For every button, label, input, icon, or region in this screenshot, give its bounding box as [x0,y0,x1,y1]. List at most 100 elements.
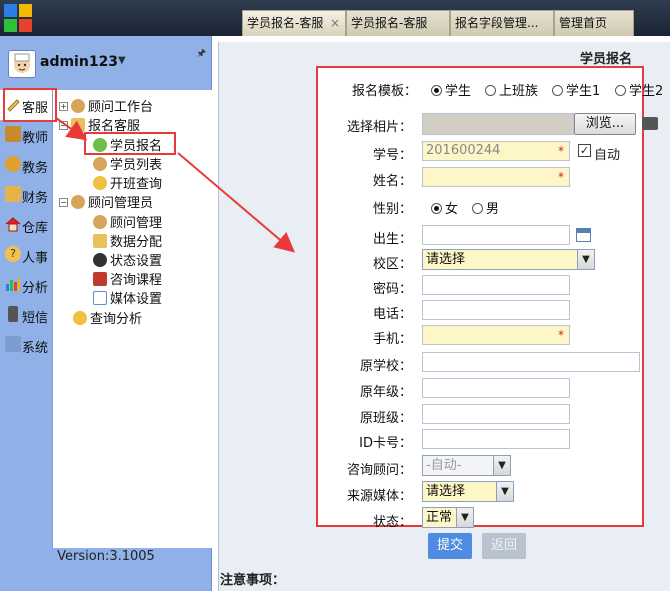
status-label: 状态： [372,515,412,530]
tree-label: 查询分析 [90,312,143,327]
house-icon [5,216,21,232]
gender-option-male[interactable]: 男 [472,198,499,217]
tree-label: 媒体设置 [110,292,163,307]
advisor-select[interactable]: -自动- ▼ [422,455,511,476]
top-bar: 学员报名-客服 × 学员报名-客服 报名字段管理... 管理首页 [0,0,670,36]
source-select[interactable]: 请选择 ▼ [422,481,514,502]
tab-label: 学员报名-客服 [351,16,428,30]
nav-tree: + 顾问工作台 − 报名客服 学员报名 学员列表 开班查询 − 顾问管理员 顾问管理 … [52,90,212,548]
collapse-icon[interactable]: − [59,121,68,130]
required-mark: * [558,328,564,342]
advisor-label: 咨询顾问： [346,463,412,478]
tree-node-advisor-manage[interactable]: 顾问管理 [93,212,162,231]
pin-icon[interactable]: 🖈 [197,46,206,63]
name-field[interactable] [422,167,570,187]
birth-label: 出生： [372,232,412,247]
mobile-field[interactable] [422,325,570,345]
radio-icon [615,85,626,96]
tab-signup-fields[interactable]: 报名字段管理... [450,10,554,36]
campus-select[interactable]: 请选择 ▼ [422,249,595,270]
module-label: 财务 [22,191,49,206]
radio-label: 男 [486,202,500,217]
module-system[interactable]: 系统 [0,330,52,360]
expand-icon[interactable]: + [59,102,68,111]
module-sms[interactable]: 短信 [0,300,52,330]
chevron-down-icon[interactable]: ▼ [118,55,126,66]
module-analysis[interactable]: 分析 [0,270,52,300]
phone-field[interactable] [422,300,570,320]
module-academic[interactable]: 教务 [0,150,52,180]
radio-icon [431,85,442,96]
tree-label: 顾问工作台 [88,100,154,115]
username: admin123 [40,54,119,70]
password-field[interactable] [422,275,570,295]
tab-student-signup-1[interactable]: 学员报名-客服 × [242,10,346,36]
school-label: 原学校： [359,359,412,374]
question-icon: ? [5,246,21,262]
module-label: 教师 [22,131,49,146]
back-button[interactable]: 返回 [482,533,526,559]
birth-field[interactable] [422,225,570,245]
page-title: 学员报名 [579,52,632,67]
campus-label: 校区： [372,257,412,272]
photo-path-field[interactable] [422,113,574,135]
chevron-down-icon: ▼ [496,482,513,501]
tab-student-signup-2[interactable]: 学员报名-客服 [346,10,450,36]
tree-node-media-settings[interactable]: 媒体设置 [93,288,162,307]
auto-label: 自动 [594,148,621,163]
mobile-label: 手机： [372,332,412,347]
gender-option-female[interactable]: 女 [431,198,458,217]
collapse-icon[interactable]: − [59,198,68,207]
tree-label: 顾问管理 [110,216,163,231]
highlight-box [84,132,176,155]
tree-node-consult-course[interactable]: 咨询课程 [93,269,162,288]
template-option-student2[interactable]: 学生2 [615,80,663,99]
tree-node-data-assign[interactable]: 数据分配 [93,231,162,250]
tree-node-query-analysis[interactable]: 查询分析 [73,308,142,327]
module-nav: 客服 教师 教务 财务 仓库 ? 人事 分析 短信 系统 [0,90,52,360]
tree-node-student-list[interactable]: 学员列表 [93,154,162,173]
grade-field[interactable] [422,378,570,398]
tree-node-advisor-admin[interactable]: − 顾问管理员 [59,192,153,211]
swap-icon [93,234,107,248]
grade-label: 原年级： [359,385,412,400]
template-option-student1[interactable]: 学生1 [552,80,600,99]
chevron-down-icon: ▼ [493,456,510,475]
submit-button[interactable]: 提交 [428,533,472,559]
tree-label: 开班查询 [110,177,163,192]
radio-label: 上班族 [499,84,539,99]
user-bar[interactable]: admin123 ▼ 🖈 [0,44,212,84]
module-hr[interactable]: ? 人事 [0,240,52,270]
class-field[interactable] [422,404,570,424]
calendar-icon[interactable] [576,228,591,242]
tree-label: 咨询课程 [110,273,163,288]
module-teacher[interactable]: 教师 [0,120,52,150]
gender-label: 性别： [372,202,412,217]
app-logo-icon [4,4,32,32]
camera-icon[interactable] [642,117,658,130]
tree-node-advisor-workbench[interactable]: + 顾问工作台 [59,96,153,115]
phone-icon [8,306,18,322]
radio-icon [472,203,483,214]
student-no-field[interactable]: 201600244 [422,141,570,161]
status-select[interactable]: 正常 ▼ [422,507,474,528]
tree-node-class-query[interactable]: 开班查询 [93,173,162,192]
select-value: 正常 [426,510,453,525]
notes-heading: 注意事项： [220,573,286,588]
template-option-student[interactable]: 学生 [431,80,471,99]
tab-home[interactable]: 管理首页 [554,10,634,36]
browse-button[interactable]: 浏览... [574,113,636,135]
school-field[interactable] [422,352,640,372]
module-finance[interactable]: 财务 [0,180,52,210]
tree-label: 顾问管理员 [88,196,154,211]
tree-node-status-settings[interactable]: 状态设置 [93,250,162,269]
phone-label: 电话： [372,307,412,322]
template-option-worker[interactable]: 上班族 [485,80,538,99]
module-label: 短信 [22,311,49,326]
bar-chart-icon [5,276,21,292]
module-warehouse[interactable]: 仓库 [0,210,52,240]
auto-checkbox[interactable]: ✓ [578,144,591,157]
id-card-field[interactable] [422,429,570,449]
close-icon[interactable]: × [330,11,340,35]
radio-icon [431,203,442,214]
